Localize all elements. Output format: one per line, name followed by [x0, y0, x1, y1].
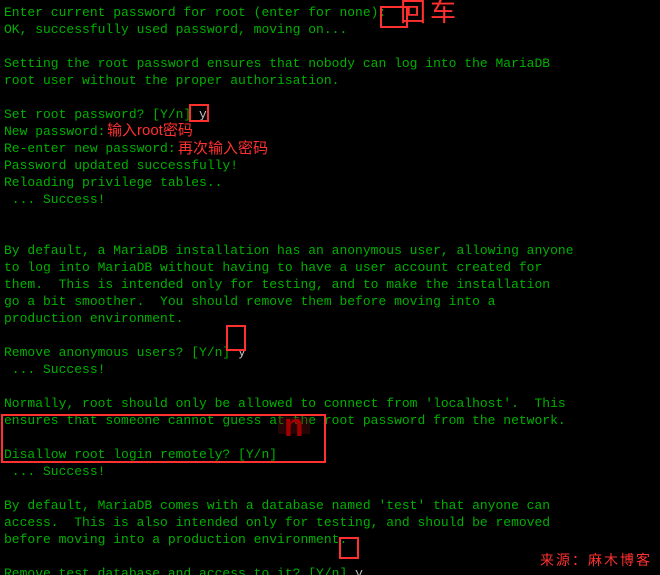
label-big-n: n	[278, 417, 310, 434]
terminal-output: Enter current password for root (enter f…	[0, 0, 660, 575]
watermark: 来源：麻木博客	[540, 552, 652, 569]
